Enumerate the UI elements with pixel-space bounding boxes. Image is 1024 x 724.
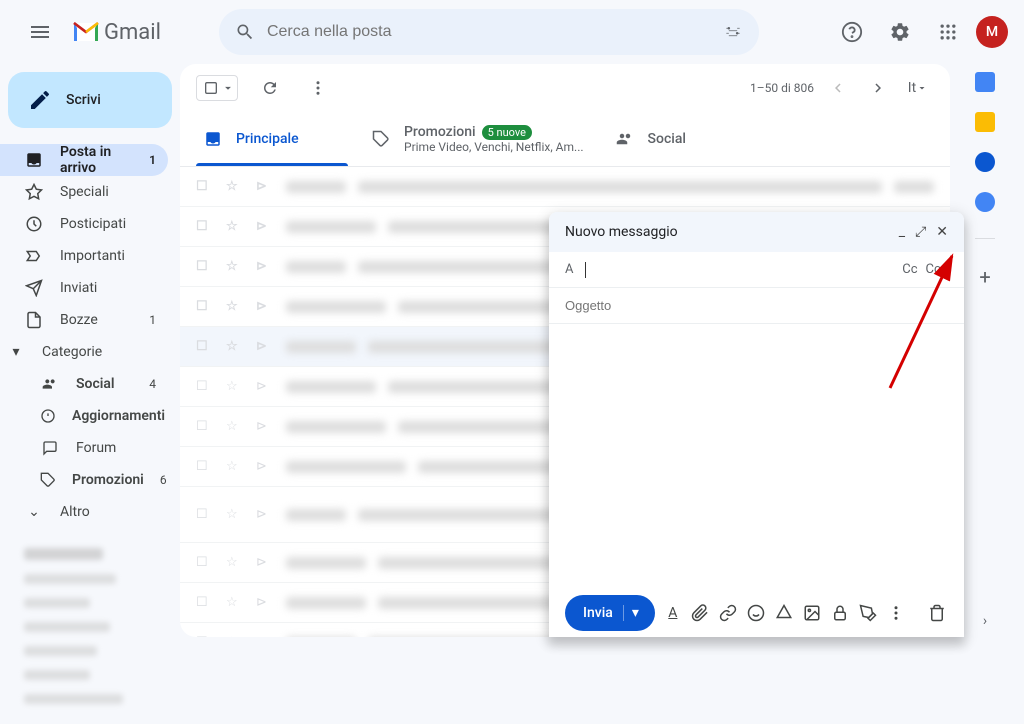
more-compose-icon[interactable] — [887, 604, 907, 622]
ccn-button[interactable]: Ccn — [926, 262, 948, 277]
avatar[interactable]: M — [976, 16, 1008, 48]
sidebar-social[interactable]: Social 4 — [0, 368, 168, 400]
refresh-button[interactable] — [254, 72, 286, 104]
tag-icon — [372, 130, 390, 148]
label-icon — [24, 247, 44, 265]
emoji-icon[interactable] — [747, 604, 767, 622]
search-options-icon[interactable] — [723, 22, 743, 42]
people-icon — [616, 130, 634, 148]
settings-button[interactable] — [880, 12, 920, 52]
send-button[interactable]: Invia ▾ — [565, 595, 655, 631]
main-menu-button[interactable] — [16, 8, 64, 56]
pen-icon[interactable] — [859, 604, 879, 622]
tag-icon — [40, 472, 56, 488]
gmail-logo: Gmail — [72, 20, 161, 45]
help-button[interactable] — [832, 12, 872, 52]
info-icon — [40, 408, 56, 424]
sidebar-starred[interactable]: Speciali — [0, 176, 168, 208]
compose-button[interactable]: Scrivi — [8, 72, 172, 128]
pencil-icon — [28, 88, 52, 112]
compose-title: Nuovo messaggio — [565, 224, 678, 240]
close-button[interactable]: ✕ — [936, 224, 948, 240]
people-icon — [40, 376, 60, 392]
tab-social[interactable]: Social — [600, 112, 768, 166]
star-icon — [24, 183, 44, 201]
mail-row[interactable]: ☐☆⊳ — [180, 167, 950, 207]
inbox-icon — [204, 130, 222, 148]
clock-icon — [24, 215, 44, 233]
select-all-checkbox[interactable] — [196, 75, 238, 101]
more-button[interactable] — [302, 72, 334, 104]
keep-icon[interactable] — [975, 112, 995, 132]
cc-button[interactable]: Cc — [902, 262, 917, 277]
link-icon[interactable] — [719, 604, 739, 622]
lock-icon[interactable] — [831, 604, 851, 622]
search-input[interactable] — [267, 23, 711, 41]
calendar-icon[interactable] — [975, 72, 995, 92]
format-icon[interactable]: A — [663, 605, 683, 621]
to-label: A — [565, 262, 573, 277]
compose-body[interactable] — [549, 324, 964, 589]
contacts-icon[interactable] — [975, 192, 995, 212]
chevron-down-icon: ▾ — [6, 344, 26, 360]
sidebar-drafts[interactable]: Bozze 1 — [0, 304, 168, 336]
sidebar-more[interactable]: ⌄ Altro — [0, 496, 168, 528]
tab-primary[interactable]: Principale — [188, 112, 356, 166]
send-icon — [24, 279, 44, 297]
cursor-indicator — [585, 262, 586, 278]
minimize-button[interactable]: _ — [899, 224, 905, 240]
input-tools-button[interactable]: It — [902, 72, 934, 104]
sidebar-promo[interactable]: Promozioni 6 — [0, 464, 168, 496]
draft-icon — [24, 311, 44, 329]
search-icon — [235, 22, 255, 42]
delete-draft-icon[interactable] — [928, 604, 948, 622]
logo-text: Gmail — [104, 20, 161, 45]
compose-window: Nuovo messaggio _ ⤢ ✕ A Cc Ccn Invia ▾ A — [549, 212, 964, 637]
pagination-text: 1–50 di 806 — [750, 81, 814, 95]
page-prev-button[interactable] — [822, 72, 854, 104]
sidebar-important[interactable]: Importanti — [0, 240, 168, 272]
image-icon[interactable] — [803, 604, 823, 622]
drive-icon[interactable] — [775, 604, 795, 622]
inbox-icon — [24, 151, 44, 169]
forum-icon — [40, 440, 60, 456]
gmail-icon — [72, 21, 100, 43]
sidebar-categories[interactable]: ▾ Categorie — [0, 336, 168, 368]
page-next-button[interactable] — [862, 72, 894, 104]
chevron-down-icon: ⌄ — [24, 504, 44, 520]
sidebar-forum[interactable]: Forum — [0, 432, 168, 464]
apps-button[interactable] — [928, 12, 968, 52]
collapse-panel-button[interactable]: › — [983, 613, 987, 629]
attach-icon[interactable] — [691, 604, 711, 622]
subject-input[interactable] — [565, 298, 948, 313]
sidebar-inbox[interactable]: Posta in arrivo 1 — [0, 144, 168, 176]
side-panel: + › — [962, 64, 1008, 637]
compose-label: Scrivi — [66, 92, 101, 108]
tasks-icon[interactable] — [975, 152, 995, 172]
sidebar-snoozed[interactable]: Posticipati — [0, 208, 168, 240]
tab-promo[interactable]: Promozioni 5 nuove Prime Video, Venchi, … — [356, 112, 600, 166]
add-addon-button[interactable]: + — [979, 265, 990, 289]
fullscreen-button[interactable]: ⤢ — [915, 224, 926, 240]
search-bar[interactable] — [219, 9, 759, 55]
sidebar-updates[interactable]: Aggiornamenti 5 — [0, 400, 168, 432]
sidebar-sent[interactable]: Inviati — [0, 272, 168, 304]
